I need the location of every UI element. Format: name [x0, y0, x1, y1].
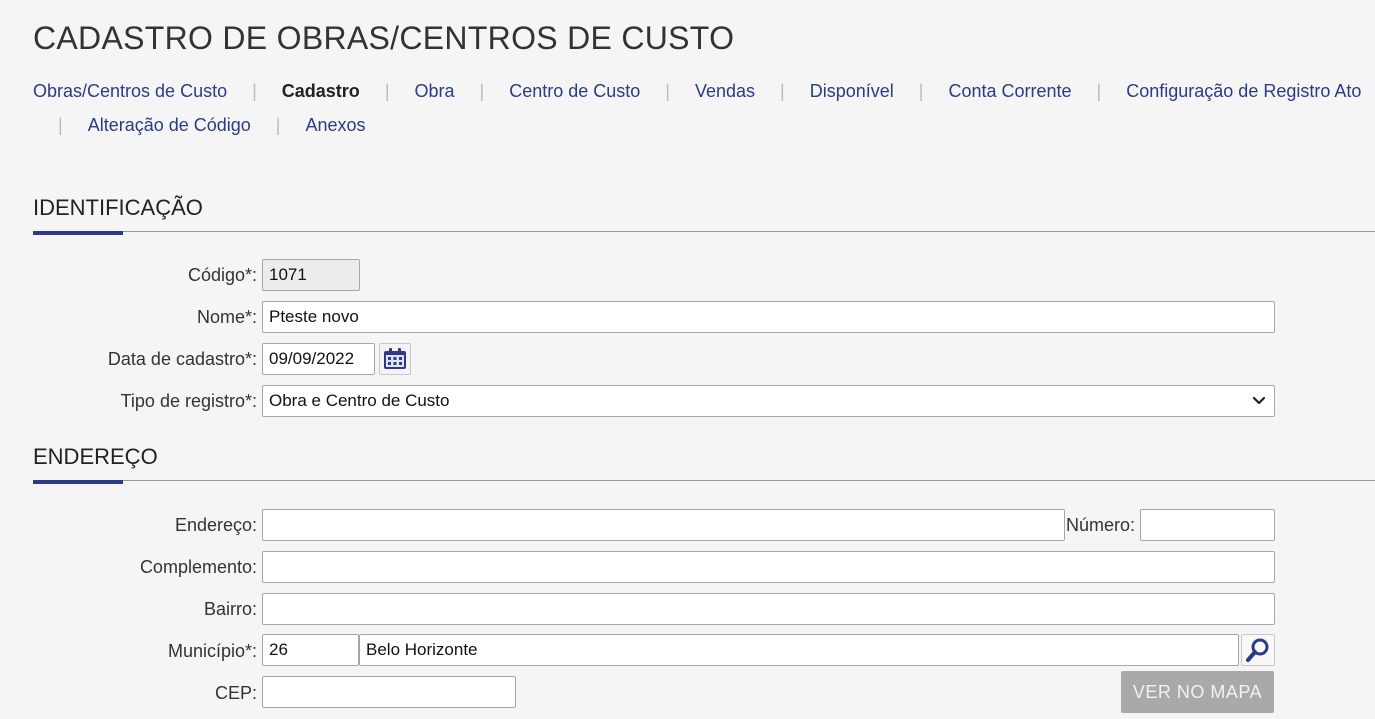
tab-separator: | [918, 81, 924, 101]
tab-separator: | [252, 81, 257, 101]
municipio-name-field[interactable]: Belo Horizonte [359, 634, 1239, 666]
municipio-search-button[interactable] [1241, 634, 1275, 666]
tab-bar: Obras/Centros de Custo | Cadastro | Obra… [33, 80, 1373, 136]
section-title-endereco: ENDEREÇO [33, 444, 158, 469]
calendar-button[interactable] [379, 343, 411, 375]
municipio-code-field[interactable]: 26 [262, 634, 359, 666]
numero-field[interactable] [1140, 509, 1275, 541]
tab-disponivel[interactable]: Disponível [810, 80, 894, 102]
nome-label: Nome*: [196, 307, 257, 327]
tab-conta-corrente[interactable]: Conta Corrente [948, 80, 1071, 102]
calendar-icon [384, 348, 406, 369]
tab-separator: | [275, 115, 281, 135]
tipo-registro-label: Tipo de registro*: [120, 391, 257, 411]
cep-label: CEP: [214, 683, 257, 703]
data-cadastro-field[interactable]: 09/09/2022 [262, 343, 375, 375]
chevron-down-icon [1252, 396, 1266, 405]
tab-separator: | [384, 81, 390, 101]
complemento-label: Complemento: [139, 557, 257, 577]
bairro-label: Bairro: [203, 599, 257, 619]
ver-no-mapa-button[interactable]: VER NO MAPA [1121, 671, 1274, 713]
tab-centro-de-custo[interactable]: Centro de Custo [509, 80, 640, 102]
tab-obras-centros-de-custo[interactable]: Obras/Centros de Custo [33, 80, 227, 102]
tab-alteracao-de-codigo[interactable]: Alteração de Código [88, 114, 251, 136]
section-divider [33, 231, 1375, 232]
search-icon [1246, 638, 1269, 662]
tab-obra[interactable]: Obra [415, 80, 455, 102]
nome-field[interactable]: Pteste novo [262, 301, 1275, 333]
cep-field[interactable] [262, 676, 516, 708]
municipio-label: Município*: [167, 641, 257, 661]
tab-separator: | [479, 81, 485, 101]
endereco-field[interactable] [262, 509, 1065, 541]
tipo-registro-select[interactable]: Obra e Centro de Custo [262, 385, 1275, 417]
tab-vendas[interactable]: Vendas [695, 80, 755, 102]
tab-separator: | [1096, 81, 1102, 101]
tab-separator: | [665, 81, 670, 101]
tab-cadastro[interactable]: Cadastro [282, 80, 360, 102]
codigo-label: Código*: [187, 265, 257, 285]
tab-anexos[interactable]: Anexos [305, 114, 365, 136]
tab-separator: | [780, 81, 785, 101]
bairro-field[interactable] [262, 593, 1275, 625]
section-title-identificacao: IDENTIFICAÇÃO [33, 195, 203, 220]
tab-separator: | [58, 115, 63, 135]
data-cadastro-label: Data de cadastro*: [107, 349, 257, 369]
numero-label: Número: [1065, 515, 1135, 535]
tab-configuracao-registro-ato[interactable]: Configuração de Registro Ato [1126, 80, 1361, 102]
section-accent [33, 231, 123, 235]
section-divider [33, 480, 1375, 481]
endereco-label: Endereço: [174, 515, 257, 535]
section-accent [33, 480, 123, 484]
tipo-registro-value: Obra e Centro de Custo [269, 391, 450, 410]
page-title: CADASTRO DE OBRAS/CENTROS DE CUSTO [33, 20, 735, 56]
codigo-field[interactable]: 1071 [262, 259, 360, 291]
complemento-field[interactable] [262, 551, 1275, 583]
